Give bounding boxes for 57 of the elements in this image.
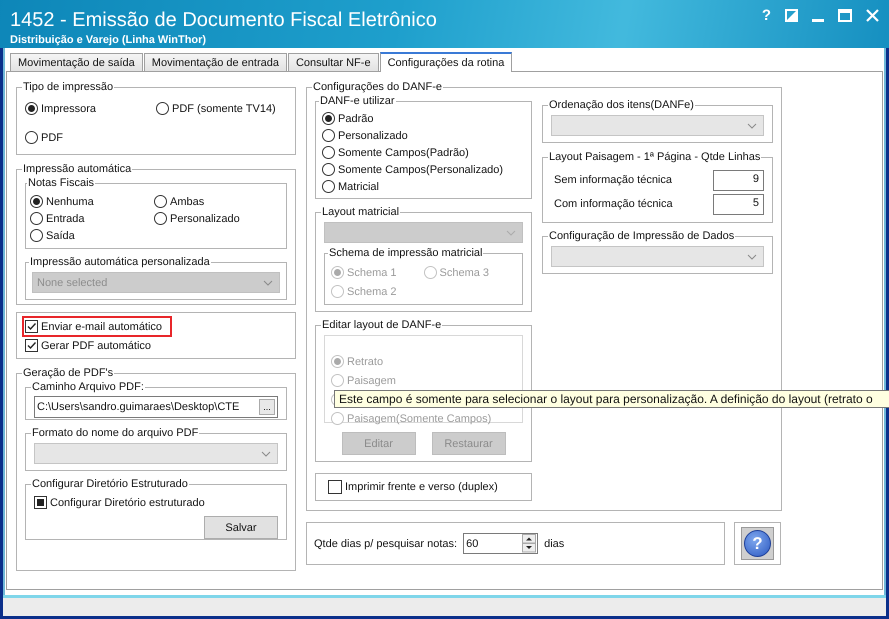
chevron-down-icon xyxy=(263,280,273,286)
group-title: Configurar Diretório Estruturado xyxy=(31,477,189,491)
group-title: Formato do nome do arquivo PDF xyxy=(31,426,200,440)
number-field[interactable]: 60 xyxy=(463,533,538,554)
group-title: DANF-e utilizar xyxy=(319,94,396,108)
group-title: Impressão automática xyxy=(22,162,132,176)
maximize-icon[interactable] xyxy=(838,8,852,22)
browse-button[interactable]: ... xyxy=(259,399,275,415)
group-title: Caminho Arquivo PDF: xyxy=(31,380,145,394)
number-field[interactable]: 5 xyxy=(713,194,764,214)
radio-option[interactable]: Ambas xyxy=(154,193,278,210)
group-title: Geração de PDF's xyxy=(22,366,114,380)
save-button[interactable]: Salvar xyxy=(204,516,278,539)
radio-option[interactable]: Entrada xyxy=(30,210,154,227)
radio-option[interactable]: Saída xyxy=(30,227,154,244)
group-title: Ordenação dos itens(DANFe) xyxy=(548,98,695,112)
radio-option[interactable]: Personalizado xyxy=(154,210,278,227)
close-icon[interactable] xyxy=(866,8,879,22)
radio-option[interactable]: Somente Campos(Padrão) xyxy=(322,144,523,161)
tab[interactable]: Movimentação de saída xyxy=(10,53,143,71)
chevron-down-icon xyxy=(261,450,271,456)
radio-option[interactable]: PDF (somente TV14) xyxy=(156,100,287,117)
checkbox-option[interactable]: Configurar Diretório estruturado xyxy=(34,494,278,511)
radio-option[interactable]: Somente Campos(Personalizado) xyxy=(322,161,523,178)
group-title: Editar layout de DANF-e xyxy=(321,318,442,332)
tab[interactable]: Consultar NF-e xyxy=(288,53,379,71)
number-field[interactable]: 9 xyxy=(713,170,764,190)
checkbox-option[interactable]: Enviar e-mail automático xyxy=(22,316,172,337)
window-title: 1452 - Emissão de Documento Fiscal Eletrônico xyxy=(10,8,437,32)
chevron-down-icon xyxy=(506,230,516,236)
field-label: Qtde dias p/ pesquisar notas: xyxy=(314,538,458,550)
group-title: Layout matricial xyxy=(321,205,400,219)
radio-option[interactable]: Padrão xyxy=(322,110,523,127)
radio-option[interactable]: Nenhuma xyxy=(30,193,154,210)
unit-label: dias xyxy=(544,538,564,550)
group-title: Notas Fiscais xyxy=(27,176,96,190)
field-label: Com informação técnica xyxy=(554,198,673,210)
radio-option[interactable]: PDF xyxy=(25,129,156,146)
window-subtitle: Distribuição e Varejo (Linha WinThor) xyxy=(10,34,208,46)
tab[interactable]: Movimentação de entrada xyxy=(144,53,287,71)
chevron-down-icon xyxy=(747,122,757,128)
radio-option[interactable]: Matricial xyxy=(322,178,523,195)
spinner-icon[interactable] xyxy=(522,534,536,553)
radio-option[interactable]: Personalizado xyxy=(322,127,523,144)
restore-icon[interactable] xyxy=(785,8,798,22)
group-title: Tipo de impressão xyxy=(22,80,114,94)
group-title: Layout Paisagem - 1ª Página - Qtde Linhas xyxy=(548,150,762,164)
field-label: Sem informação técnica xyxy=(554,174,672,186)
tooltip: Este campo é somente para selecionar o layout para personalização. A definição do layout (retrato o xyxy=(334,390,889,408)
group-title: Schema de impressão matricial xyxy=(328,246,484,260)
group-title: Configuração de Impressão de Dados xyxy=(548,229,736,243)
group-title: Configurações do DANF-e xyxy=(312,80,444,94)
group-title: Impressão automática personalizada xyxy=(29,255,211,269)
tab[interactable]: Configurações da rotina xyxy=(380,52,512,72)
checkbox-option[interactable]: Gerar PDF automático xyxy=(22,335,162,356)
chevron-down-icon xyxy=(747,254,757,260)
radio-option[interactable]: Impressora xyxy=(25,100,156,117)
